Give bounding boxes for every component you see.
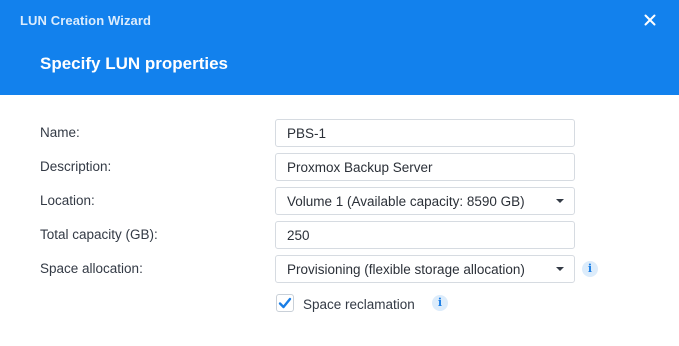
name-row: Name: xyxy=(0,119,679,147)
close-icon xyxy=(644,14,656,26)
allocation-select[interactable]: Provisioning (flexible storage allocatio… xyxy=(275,255,575,283)
dialog-header: LUN Creation Wizard Specify LUN properti… xyxy=(0,0,679,95)
allocation-row: Space allocation: Provisioning (flexible… xyxy=(0,255,679,283)
capacity-row: Total capacity (GB): xyxy=(0,221,679,249)
allocation-label: Space allocation: xyxy=(40,261,143,276)
description-field[interactable] xyxy=(275,153,575,181)
info-icon[interactable]: i xyxy=(432,295,448,311)
capacity-input[interactable] xyxy=(276,222,557,248)
space-reclamation-checkbox[interactable] xyxy=(276,294,294,312)
location-select[interactable]: Volume 1 (Available capacity: 8590 GB) xyxy=(275,187,575,215)
lun-creation-dialog: LUN Creation Wizard Specify LUN properti… xyxy=(0,0,679,346)
name-field[interactable] xyxy=(275,119,575,147)
chevron-down-icon xyxy=(556,199,564,203)
name-label: Name: xyxy=(40,125,80,140)
capacity-label: Total capacity (GB): xyxy=(40,227,158,242)
checkmark-icon xyxy=(278,297,292,309)
info-icon[interactable]: i xyxy=(582,261,598,277)
location-label: Location: xyxy=(40,193,95,208)
location-row: Location: Volume 1 (Available capacity: … xyxy=(0,187,679,215)
description-label: Description: xyxy=(40,159,112,174)
location-value: Volume 1 (Available capacity: 8590 GB) xyxy=(287,194,525,209)
window-title: LUN Creation Wizard xyxy=(20,13,152,28)
step-title: Specify LUN properties xyxy=(40,54,228,73)
description-row: Description: xyxy=(0,153,679,181)
allocation-value: Provisioning (flexible storage allocatio… xyxy=(287,262,525,277)
chevron-down-icon xyxy=(556,267,564,271)
description-input[interactable] xyxy=(276,154,557,180)
close-button[interactable] xyxy=(639,9,661,31)
capacity-field[interactable] xyxy=(275,221,575,249)
space-reclamation-label: Space reclamation xyxy=(303,297,415,312)
name-input[interactable] xyxy=(276,120,557,146)
